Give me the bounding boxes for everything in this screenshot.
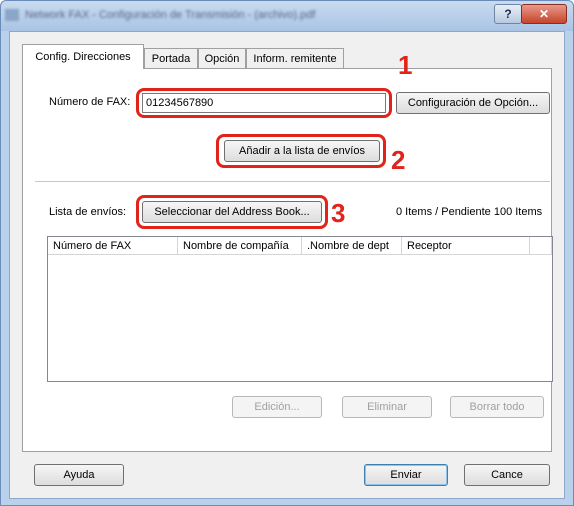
column-dept-name[interactable]: .Nombre de dept (302, 237, 402, 255)
fax-number-label: Número de FAX: (49, 96, 131, 108)
callout-number-1: 1 (398, 50, 413, 80)
callout-number-2: 2 (391, 145, 406, 175)
callout-box-3 (136, 195, 328, 229)
section-divider (35, 181, 550, 183)
column-receiver[interactable]: Receptor (402, 237, 530, 255)
option-settings-button[interactable]: Configuración de Opción... (396, 92, 550, 114)
help-title-button[interactable]: ? (494, 4, 522, 24)
close-icon[interactable]: ✕ (521, 4, 567, 24)
callout-box-1 (136, 88, 392, 118)
help-button[interactable]: Ayuda (34, 464, 124, 486)
delete-button[interactable]: Eliminar (342, 396, 432, 418)
clear-all-button[interactable]: Borrar todo (450, 396, 544, 418)
title-bar[interactable]: Network FAX - Configuración de Transmisi… (1, 1, 573, 31)
tab-opcion[interactable]: Opción (198, 48, 246, 68)
item-count: 0 Items / Pendiente 100 Items (396, 206, 543, 218)
column-filler (530, 237, 552, 255)
destination-list[interactable]: Número de FAX Nombre de compañía .Nombre… (47, 236, 553, 382)
callout-number-3: 3 (331, 198, 346, 228)
tab-config-direcciones[interactable]: Config. Direcciones (22, 44, 144, 69)
window-title: Network FAX - Configuración de Transmisi… (25, 9, 316, 21)
callout-box-2 (216, 134, 386, 168)
destination-list-label: Lista de envíos: (49, 206, 127, 218)
tab-inform-remitente[interactable]: Inform. remitente (246, 48, 344, 68)
send-button[interactable]: Enviar (364, 464, 448, 486)
app-icon (5, 9, 19, 21)
cancel-button[interactable]: Cance (464, 464, 550, 486)
edit-button[interactable]: Edición... (232, 396, 322, 418)
tab-portada[interactable]: Portada (144, 48, 198, 68)
column-company-name[interactable]: Nombre de compañía (178, 237, 302, 255)
column-fax-number[interactable]: Número de FAX (48, 237, 178, 255)
